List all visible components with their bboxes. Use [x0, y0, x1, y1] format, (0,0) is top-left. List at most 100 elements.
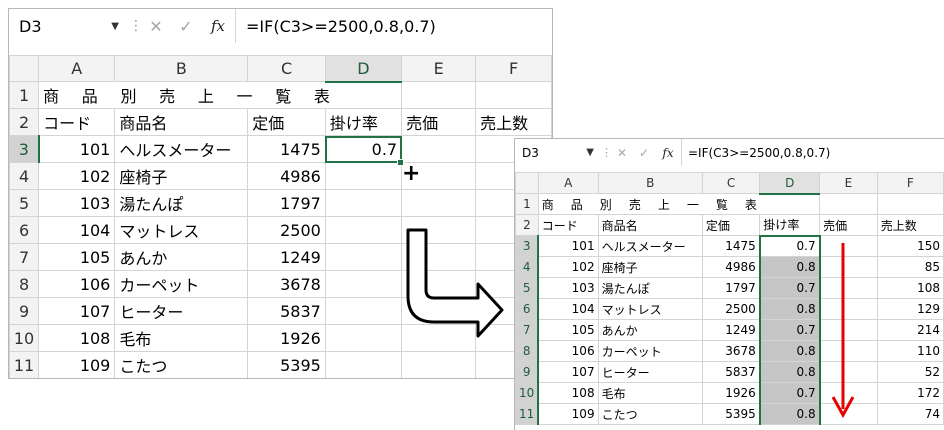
select-all-corner[interactable]: [9, 55, 40, 82]
cell-quantity[interactable]: 108: [876, 277, 944, 299]
cell[interactable]: [401, 81, 477, 109]
cell-rate[interactable]: 0.8: [758, 403, 821, 425]
cell-code[interactable]: 106: [38, 270, 116, 298]
cell-code[interactable]: 103: [537, 277, 599, 299]
cell-code[interactable]: 105: [537, 319, 599, 341]
cell-quantity[interactable]: 74: [876, 403, 944, 425]
cell-name[interactable]: 座椅子: [114, 162, 249, 190]
header-cell-sale-price[interactable]: 売価: [819, 214, 878, 236]
column-header-f[interactable]: F: [475, 55, 552, 82]
cell-code[interactable]: 107: [38, 297, 116, 325]
cell-name[interactable]: カーペット: [114, 270, 249, 298]
check-icon[interactable]: ✓: [633, 146, 655, 160]
cell-code[interactable]: 102: [537, 256, 599, 278]
cell-code[interactable]: 103: [38, 189, 116, 217]
row-header[interactable]: 7: [9, 243, 40, 271]
cell-code[interactable]: 102: [38, 162, 116, 190]
cell-name[interactable]: カーペット: [597, 340, 703, 362]
cell-name[interactable]: 湯たんぽ: [114, 189, 249, 217]
cell-code[interactable]: 108: [537, 382, 599, 404]
row-header[interactable]: 2: [9, 108, 40, 136]
header-cell-code[interactable]: コード: [537, 214, 599, 236]
cell-price[interactable]: 2500: [701, 298, 761, 320]
cell[interactable]: [401, 351, 477, 378]
formula-input[interactable]: =IF(C3>=2500,0.8,0.7): [235, 9, 552, 43]
cell-price[interactable]: 1926: [247, 324, 326, 352]
cell-rate[interactable]: 0.8: [758, 340, 821, 362]
cell-quantity[interactable]: 172: [876, 382, 944, 404]
row-header[interactable]: 3: [515, 235, 540, 257]
chevron-down-icon[interactable]: ▼: [586, 147, 594, 158]
cell-price[interactable]: 4986: [701, 256, 761, 278]
cell-name[interactable]: こたつ: [597, 403, 703, 425]
cell-price[interactable]: 3678: [701, 340, 761, 362]
cell-rate[interactable]: [324, 189, 403, 217]
cell-price[interactable]: 1249: [247, 243, 326, 271]
header-cell-code[interactable]: コード: [38, 108, 116, 136]
cell-rate[interactable]: 0.8: [758, 361, 821, 383]
cell-code[interactable]: 101: [38, 135, 116, 163]
column-header-d[interactable]: D: [324, 55, 403, 83]
cell-rate[interactable]: 0.7: [758, 382, 821, 404]
cell-price[interactable]: 3678: [247, 270, 326, 298]
cell-price[interactable]: 1249: [701, 319, 761, 341]
cell-quantity[interactable]: 110: [876, 340, 944, 362]
header-cell-quantity[interactable]: 売上数: [475, 108, 552, 136]
cell-price[interactable]: 1797: [701, 277, 761, 299]
cell-name[interactable]: ヘルスメーター: [114, 135, 249, 163]
row-header[interactable]: 7: [515, 319, 540, 341]
column-header-c[interactable]: C: [247, 55, 326, 82]
cell-price[interactable]: 5837: [701, 361, 761, 383]
cell-name[interactable]: 座椅子: [597, 256, 703, 278]
header-cell-name[interactable]: 商品名: [114, 108, 249, 136]
cell-price[interactable]: 5395: [247, 351, 326, 378]
row-header[interactable]: 5: [515, 277, 540, 299]
cell-name[interactable]: あんか: [114, 243, 249, 271]
cell-name[interactable]: あんか: [597, 319, 703, 341]
row-header[interactable]: 6: [515, 298, 540, 320]
cell-quantity[interactable]: 52: [876, 361, 944, 383]
column-header-a[interactable]: A: [537, 172, 599, 194]
cell[interactable]: [401, 189, 477, 217]
column-header-e[interactable]: E: [401, 55, 477, 82]
header-cell-quantity[interactable]: 売上数: [876, 214, 944, 236]
cell-price[interactable]: 1926: [701, 382, 761, 404]
sheet-title-cell[interactable]: 商 品 別 売 上 一 覧 表: [38, 81, 403, 109]
chevron-down-icon[interactable]: ▼: [111, 21, 119, 32]
column-header-c[interactable]: C: [701, 172, 761, 194]
cell-quantity[interactable]: 214: [876, 319, 944, 341]
cell-name[interactable]: マットレス: [597, 298, 703, 320]
cell-name[interactable]: 湯たんぽ: [597, 277, 703, 299]
header-cell-name[interactable]: 商品名: [597, 214, 703, 236]
fx-icon[interactable]: fx: [201, 17, 235, 35]
column-header-e[interactable]: E: [819, 172, 878, 194]
cell-price[interactable]: 1475: [247, 135, 326, 163]
row-header[interactable]: 11: [515, 403, 540, 425]
sheet-title-cell[interactable]: 商 品 別 売 上 一 覧 表: [537, 193, 821, 215]
cell-rate[interactable]: 0.8: [758, 256, 821, 278]
header-cell-rate[interactable]: 掛け率: [759, 214, 821, 236]
active-cell[interactable]: 0.7: [324, 135, 403, 163]
header-cell-sale-price[interactable]: 売価: [401, 108, 477, 136]
fx-icon[interactable]: fx: [655, 146, 681, 160]
cell-price[interactable]: 1475: [701, 235, 761, 257]
cell-name[interactable]: ヒーター: [597, 361, 703, 383]
cell-rate[interactable]: [324, 270, 403, 298]
row-header[interactable]: 4: [9, 162, 40, 190]
cell-code[interactable]: 101: [537, 235, 599, 257]
row-header[interactable]: 9: [9, 297, 40, 325]
row-header[interactable]: 8: [9, 270, 40, 298]
cell-price[interactable]: 1797: [247, 189, 326, 217]
cell-code[interactable]: 108: [38, 324, 116, 352]
cell-code[interactable]: 104: [537, 298, 599, 320]
cell[interactable]: [819, 193, 878, 215]
header-cell-rate[interactable]: 掛け率: [324, 108, 403, 136]
check-icon[interactable]: ✓: [171, 17, 201, 36]
cell-price[interactable]: 4986: [247, 162, 326, 190]
row-header[interactable]: 9: [515, 361, 540, 383]
cell-rate[interactable]: [324, 216, 403, 244]
cell-rate[interactable]: [324, 324, 403, 352]
cell[interactable]: [475, 81, 552, 109]
header-cell-price[interactable]: 定価: [701, 214, 761, 236]
row-header[interactable]: 11: [9, 351, 40, 378]
